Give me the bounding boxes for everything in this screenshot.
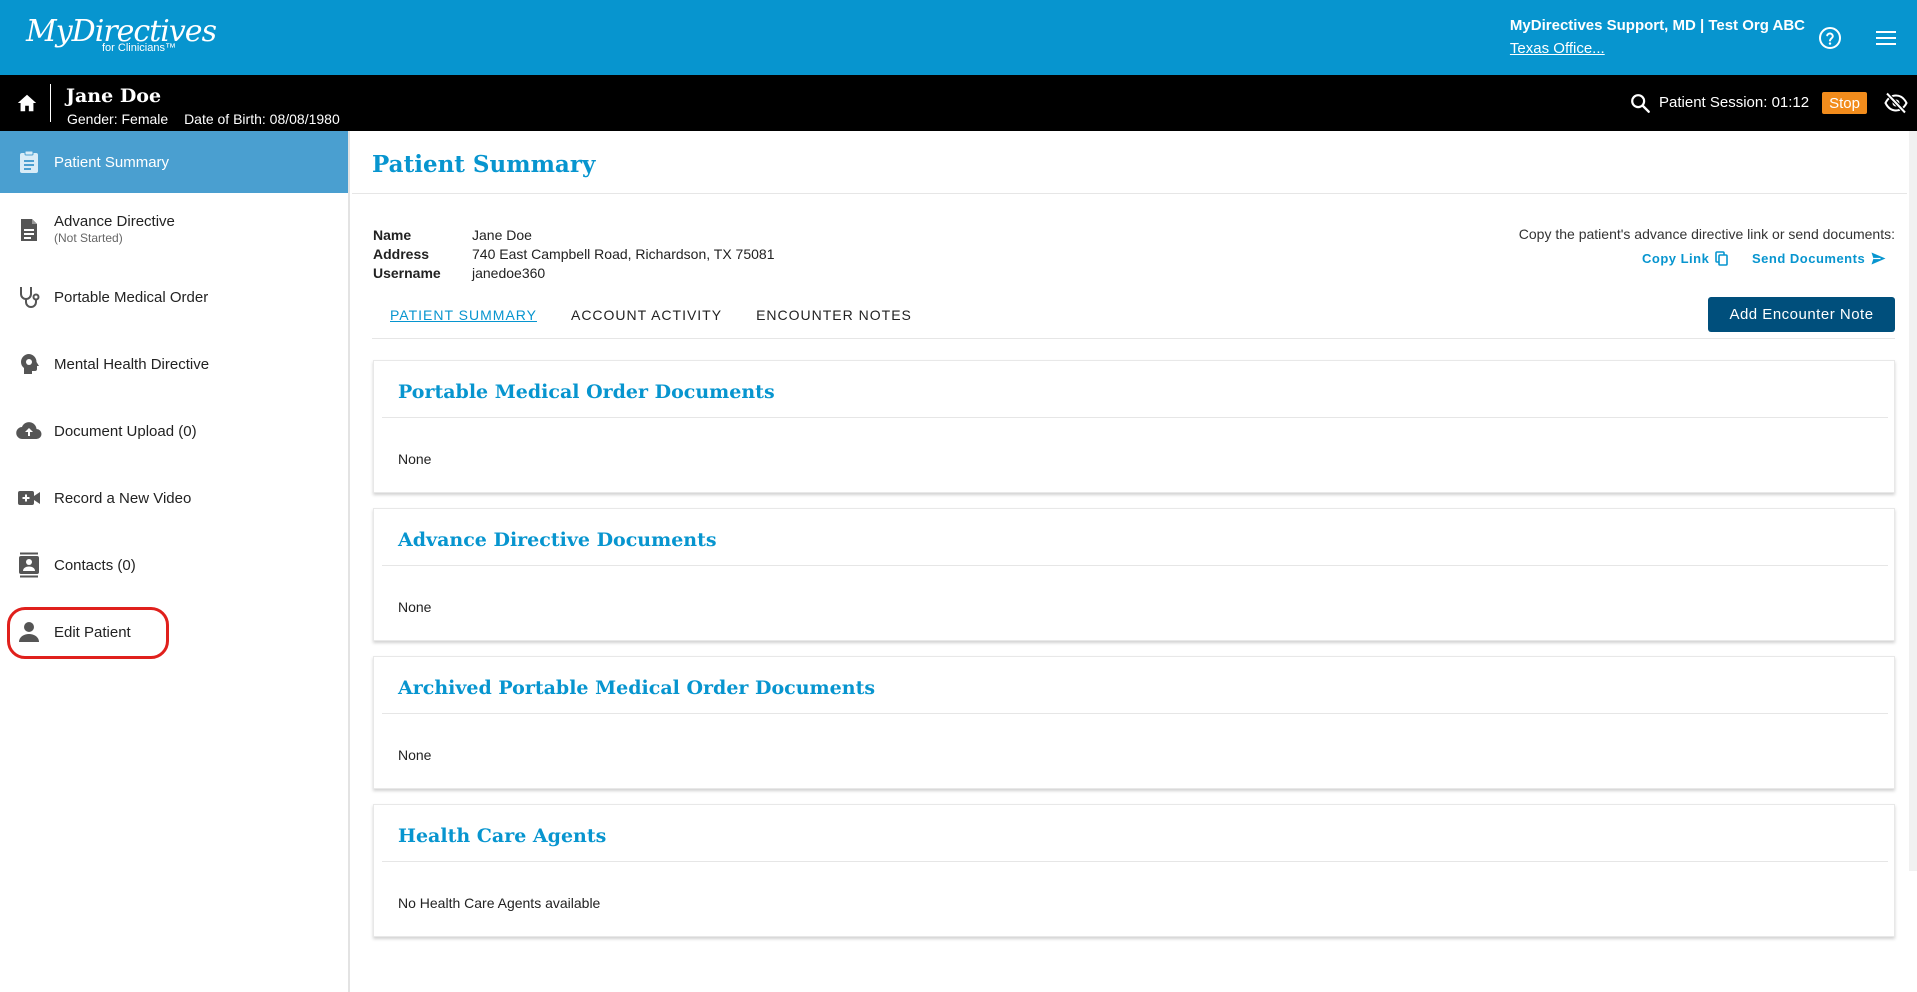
stop-session-button[interactable]: Stop [1822,92,1867,114]
user-name: MyDirectives Support, MD | Test Org ABC [1509,17,1805,34]
eye-off-icon[interactable] [1884,92,1908,114]
sidebar: Patient Summary Advance Directive (Not S… [0,131,350,992]
clipboard-icon [16,149,42,175]
cloud-upload-icon [16,418,42,444]
advance-directive-documents-card: Advance Directive Documents None [373,508,1895,641]
home-icon[interactable] [16,92,38,114]
user-office-link[interactable]: Texas Office... [1510,40,1605,57]
head-icon [16,351,42,377]
sidebar-item-label: Record a New Video [54,489,192,507]
top-bar: MyDirectives for Clinicians™ MyDirective… [0,0,1917,75]
card-title: Health Care Agents [398,825,607,847]
health-care-agents-card: Health Care Agents No Health Care Agents… [373,804,1895,937]
patient-name: Jane Doe [66,85,162,107]
username-label: Username [373,265,441,281]
divider [382,861,1888,862]
portable-medical-order-documents-card: Portable Medical Order Documents None [373,360,1895,493]
archived-portable-medical-order-documents-card: Archived Portable Medical Order Document… [373,656,1895,789]
document-icon [16,217,42,243]
tab-account-activity[interactable]: ACCOUNT ACTIVITY [571,307,722,323]
card-body: None [398,451,432,467]
patient-meta: Gender: Female Date of Birth: 08/08/1980 [67,111,352,127]
send-documents-button[interactable]: Send Documents [1752,251,1886,266]
username-value: janedoe360 [472,265,546,281]
tab-patient-summary[interactable]: PATIENT SUMMARY [390,307,537,323]
card-body: None [398,599,432,615]
video-icon [16,485,42,511]
copy-link-button[interactable]: Copy Link [1642,251,1729,266]
patient-gender: Gender: Female [67,111,169,127]
patient-info-labels: Name Address Username [373,226,441,283]
add-encounter-note-button[interactable]: Add Encounter Note [1708,297,1895,332]
sidebar-item-status: (Not Started) [54,231,123,245]
name-label: Name [373,227,412,243]
highlight-annotation [7,607,169,659]
hamburger-menu-icon[interactable] [1875,28,1897,48]
search-icon[interactable] [1629,92,1651,114]
help-icon[interactable] [1818,26,1842,50]
divider [352,193,1907,194]
send-icon [1871,252,1886,265]
tab-encounter-notes[interactable]: ENCOUNTER NOTES [756,307,912,323]
sidebar-item-label: Patient Summary [54,153,170,171]
card-title: Portable Medical Order Documents [398,381,775,403]
divider [372,338,1895,339]
card-title: Advance Directive Documents [398,529,717,551]
address-value: 740 East Campbell Road, Richardson, TX 7… [472,246,775,262]
contacts-icon [16,552,42,578]
copy-icon [1715,251,1729,266]
user-block: MyDirectives Support, MD | Test Org ABC … [1510,17,1805,58]
patient-bar-divider [50,84,51,122]
divider [382,417,1888,418]
sidebar-item-label: Contacts (0) [54,556,136,574]
copy-link-label: Copy Link [1642,251,1710,266]
page-title: Patient Summary [372,151,596,178]
send-documents-label: Send Documents [1752,251,1866,266]
sidebar-item-advance-directive[interactable]: Advance Directive (Not Started) [0,199,348,261]
logo-subtitle: for Clinicians™ [102,42,176,54]
sidebar-item-portable-medical-order[interactable]: Portable Medical Order [0,266,348,328]
card-title: Archived Portable Medical Order Document… [398,677,876,699]
logo[interactable]: MyDirectives for Clinicians™ [26,14,217,62]
copy-hint-text: Copy the patient's advance directive lin… [1518,226,1895,242]
sidebar-item-document-upload[interactable]: Document Upload (0) [0,400,348,462]
tab-bar: PATIENT SUMMARY ACCOUNT ACTIVITY ENCOUNT… [390,307,912,323]
name-value: Jane Doe [472,227,532,243]
sidebar-item-contacts[interactable]: Contacts (0) [0,534,348,596]
patient-session-timer: Patient Session: 01:12 [1659,94,1810,111]
patient-info-values: Jane Doe 740 East Campbell Road, Richard… [472,226,774,283]
card-body: No Health Care Agents available [398,895,601,911]
sidebar-item-label: Mental Health Directive [54,355,210,373]
sidebar-item-mental-health-directive[interactable]: Mental Health Directive [0,333,348,395]
sidebar-item-record-video[interactable]: Record a New Video [0,467,348,529]
sidebar-item-label: Document Upload (0) [54,422,197,440]
main-content: Patient Summary Name Address Username Ja… [352,131,1917,992]
patient-dob: Date of Birth: 08/08/1980 [184,111,340,127]
sidebar-item-patient-summary[interactable]: Patient Summary [0,131,348,193]
card-body: None [398,747,432,763]
stethoscope-icon [16,284,42,310]
scrollbar[interactable] [1909,131,1917,871]
patient-bar: Jane Doe Gender: Female Date of Birth: 0… [0,75,1917,131]
sidebar-item-label: Portable Medical Order [54,288,209,306]
divider [382,565,1888,566]
address-label: Address [373,246,430,262]
divider [382,713,1888,714]
sidebar-item-label: Advance Directive [54,213,175,230]
